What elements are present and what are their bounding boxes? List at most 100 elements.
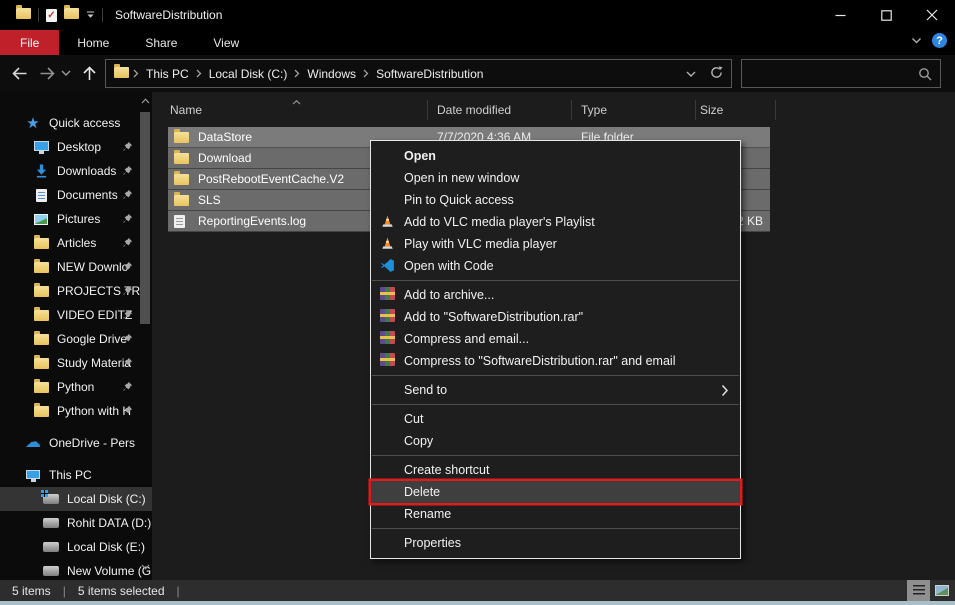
sidebar-item-pictures[interactable]: Pictures xyxy=(0,207,152,231)
menu-item-add-to-softwaredistribution-rar[interactable]: Add to "SoftwareDistribution.rar" xyxy=(371,306,740,328)
sidebar-item-label: Quick access xyxy=(49,116,120,130)
menu-item-compress-to-softwaredistribution-rar-and-email[interactable]: Compress to "SoftwareDistribution.rar" a… xyxy=(371,350,740,372)
selected-count: 5 items selected xyxy=(66,584,177,598)
sidebar-item-python[interactable]: Python xyxy=(0,375,152,399)
menu-item-open-in-new-window[interactable]: Open in new window xyxy=(371,167,740,189)
menu-item-label: Copy xyxy=(404,434,433,448)
pin-icon xyxy=(122,333,133,347)
customize-toolbar-dropdown-icon[interactable] xyxy=(86,8,95,22)
drive-icon xyxy=(42,566,60,576)
menu-item-create-shortcut[interactable]: Create shortcut xyxy=(371,459,740,481)
folder-icon xyxy=(32,262,50,273)
section-gap xyxy=(0,423,152,431)
breadcrumb-item-softwaredistribution[interactable]: SoftwareDistribution xyxy=(369,67,490,81)
tab-home[interactable]: Home xyxy=(59,30,127,55)
section-gap xyxy=(0,455,152,463)
menu-item-rename[interactable]: Rename xyxy=(371,503,740,525)
sidebar-item-quick-access[interactable]: ★Quick access xyxy=(0,111,152,135)
sidebar-item-label: Python with H xyxy=(57,404,131,418)
sidebar-item-articles[interactable]: Articles xyxy=(0,231,152,255)
sidebar: ★Quick accessDesktopDownloadsDocumentsPi… xyxy=(0,92,152,580)
recent-locations-chevron-icon[interactable] xyxy=(57,55,75,92)
breadcrumb-item-this-pc[interactable]: This PC xyxy=(139,67,196,81)
column-divider[interactable] xyxy=(571,100,572,120)
menu-item-copy[interactable]: Copy xyxy=(371,430,740,452)
pin-icon xyxy=(122,237,133,251)
menu-item-label: Open xyxy=(404,149,436,163)
vscode-icon xyxy=(380,258,396,273)
expand-ribbon-chevron-icon[interactable] xyxy=(911,34,922,48)
sidebar-item-downloads[interactable]: Downloads xyxy=(0,159,152,183)
breadcrumb-item-windows[interactable]: Windows xyxy=(300,67,363,81)
menu-item-open[interactable]: Open xyxy=(371,145,740,167)
address-bar[interactable]: This PC Local Disk (C:) Windows SoftwareDis… xyxy=(105,59,732,88)
scroll-down-icon[interactable] xyxy=(139,560,151,574)
file-name-cell: SLS xyxy=(168,193,221,207)
pin-icon xyxy=(122,261,133,275)
column-divider[interactable] xyxy=(695,100,696,120)
column-divider[interactable] xyxy=(775,100,776,120)
menu-item-cut[interactable]: Cut xyxy=(371,408,740,430)
tab-share[interactable]: Share xyxy=(127,30,195,55)
menu-item-compress-and-email[interactable]: Compress and email... xyxy=(371,328,740,350)
pictures-icon xyxy=(32,214,50,225)
sidebar-item-onedrive-person[interactable]: ☁OneDrive - Person xyxy=(0,431,152,455)
pin-icon xyxy=(122,165,133,179)
properties-check-icon[interactable]: ✓ xyxy=(46,9,57,22)
column-divider[interactable] xyxy=(427,100,428,120)
column-header-name[interactable]: Name xyxy=(170,103,202,117)
up-button[interactable] xyxy=(76,55,102,92)
menu-item-label: Compress to "SoftwareDistribution.rar" a… xyxy=(404,354,675,368)
menu-item-send-to[interactable]: Send to xyxy=(371,379,740,401)
sidebar-item-video-editz[interactable]: VIDEO EDITZ xyxy=(0,303,152,327)
folder-icon xyxy=(32,406,50,417)
tab-file[interactable]: File xyxy=(0,30,59,55)
sidebar-item-google-drive[interactable]: Google Drive xyxy=(0,327,152,351)
menu-item-open-with-code[interactable]: Open with Code xyxy=(371,255,740,277)
sidebar-item-python-with-h[interactable]: Python with H xyxy=(0,399,152,423)
sidebar-scrollbar[interactable] xyxy=(138,92,152,580)
sidebar-item-study-materia[interactable]: Study Materia xyxy=(0,351,152,375)
sidebar-item-rohit-data-d[interactable]: Rohit DATA (D:) xyxy=(0,511,152,535)
log-file-icon xyxy=(174,215,191,228)
column-header-type[interactable]: Type xyxy=(581,103,607,117)
menu-item-delete[interactable]: Delete xyxy=(371,481,740,503)
sidebar-item-desktop[interactable]: Desktop xyxy=(0,135,152,159)
menu-item-label: Add to VLC media player's Playlist xyxy=(404,215,595,229)
tab-view[interactable]: View xyxy=(195,30,257,55)
column-header-size[interactable]: Size xyxy=(700,103,723,117)
new-folder-icon[interactable] xyxy=(64,8,79,22)
close-button[interactable] xyxy=(909,0,955,30)
refresh-icon[interactable] xyxy=(710,66,723,82)
search-icon xyxy=(918,67,932,81)
breadcrumb-item-local-disk-c[interactable]: Local Disk (C:) xyxy=(202,67,295,81)
sidebar-item-new-volume-g[interactable]: New Volume (G: xyxy=(0,559,152,580)
column-header-date-modified[interactable]: Date modified xyxy=(437,103,511,117)
details-view-button[interactable] xyxy=(907,580,930,601)
sidebar-item-local-disk-c[interactable]: Local Disk (C:) xyxy=(0,487,152,511)
menu-item-properties[interactable]: Properties xyxy=(371,532,740,554)
menu-item-play-with-vlc-media-player[interactable]: Play with VLC media player xyxy=(371,233,740,255)
sidebar-items: ★Quick accessDesktopDownloadsDocumentsPi… xyxy=(0,92,152,580)
minimize-button[interactable] xyxy=(817,0,863,30)
back-button[interactable] xyxy=(6,55,32,92)
menu-item-add-to-archive[interactable]: Add to archive... xyxy=(371,284,740,306)
menu-item-label: Open in new window xyxy=(404,171,519,185)
folder-icon xyxy=(174,132,191,143)
address-dropdown-chevron-icon[interactable] xyxy=(686,67,696,81)
app-folder-icon xyxy=(16,8,31,22)
sidebar-item-local-disk-e[interactable]: Local Disk (E:) xyxy=(0,535,152,559)
maximize-button[interactable] xyxy=(863,0,909,30)
sidebar-item-new-downlo[interactable]: NEW Downlo xyxy=(0,255,152,279)
thumbnails-view-button[interactable] xyxy=(930,580,953,601)
sidebar-item-documents[interactable]: Documents xyxy=(0,183,152,207)
help-icon[interactable]: ? xyxy=(932,33,947,48)
menu-item-add-to-vlc-media-player-s-playlist[interactable]: Add to VLC media player's Playlist xyxy=(371,211,740,233)
sidebar-item-this-pc[interactable]: This PC xyxy=(0,463,152,487)
folder-icon xyxy=(32,382,50,393)
menu-item-pin-to-quick-access[interactable]: Pin to Quick access xyxy=(371,189,740,211)
sidebar-item-projects-tr[interactable]: PROJECTS TR xyxy=(0,279,152,303)
scroll-up-icon[interactable] xyxy=(139,94,151,108)
scrollbar-thumb[interactable] xyxy=(140,112,150,324)
search-input[interactable] xyxy=(742,67,918,81)
